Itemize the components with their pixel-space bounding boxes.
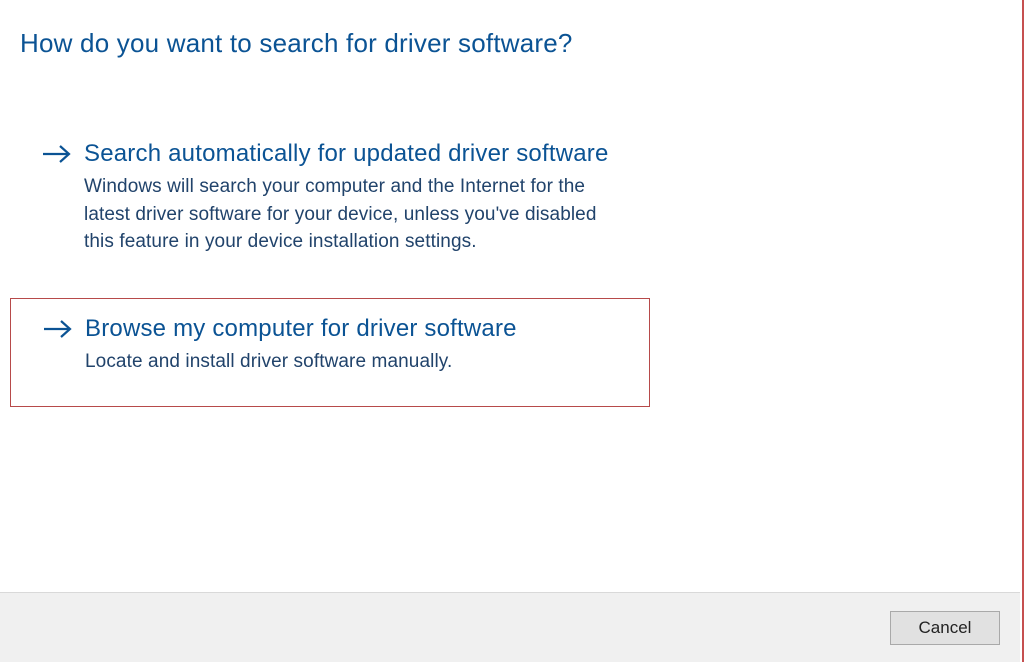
option-title: Browse my computer for driver software	[85, 313, 629, 344]
page-title: How do you want to search for driver sof…	[20, 28, 1002, 59]
option-search-automatically[interactable]: Search automatically for updated driver …	[10, 124, 650, 270]
driver-search-dialog: How do you want to search for driver sof…	[0, 0, 1024, 662]
dialog-footer: Cancel	[0, 592, 1020, 662]
cancel-button[interactable]: Cancel	[890, 611, 1000, 645]
option-browse-computer[interactable]: Browse my computer for driver software L…	[10, 298, 650, 407]
option-title: Search automatically for updated driver …	[84, 138, 630, 169]
option-description: Locate and install driver software manua…	[85, 348, 629, 376]
arrow-right-icon	[43, 313, 73, 345]
arrow-right-icon	[42, 138, 72, 170]
dialog-content: How do you want to search for driver sof…	[0, 0, 1022, 592]
option-description: Windows will search your computer and th…	[84, 173, 630, 256]
